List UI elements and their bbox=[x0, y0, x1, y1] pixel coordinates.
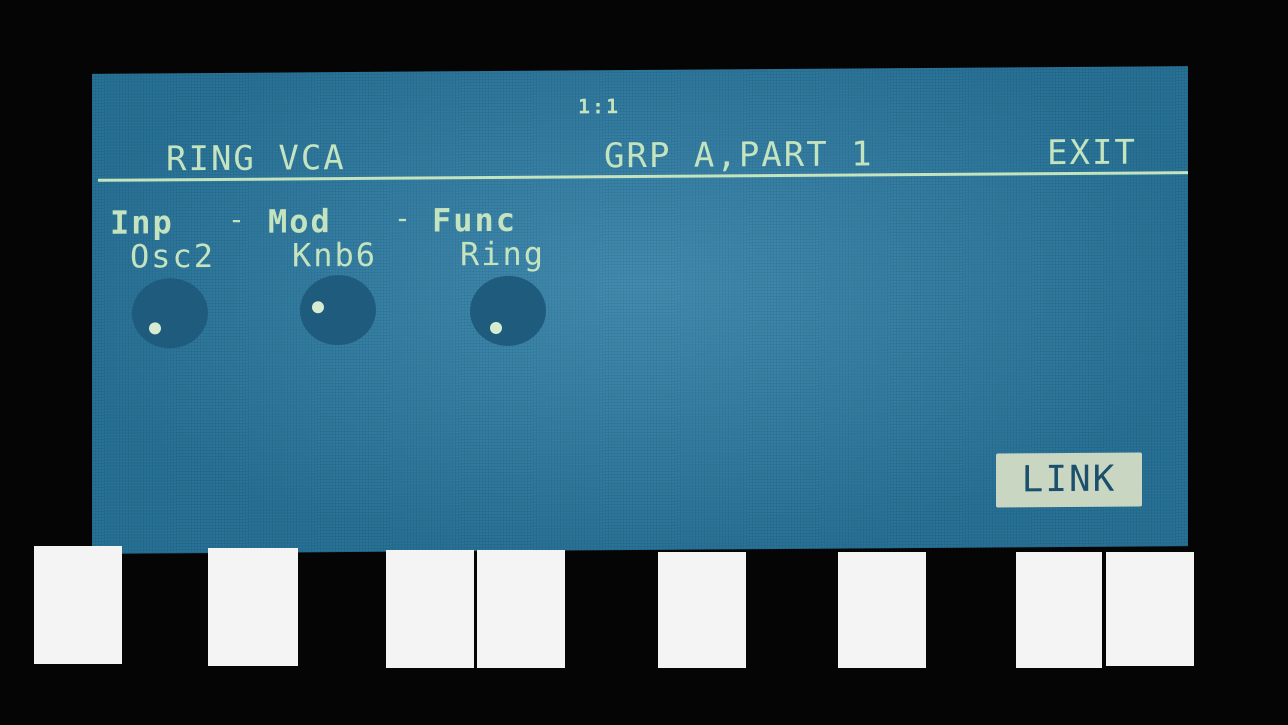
knob-icon[interactable] bbox=[300, 274, 376, 346]
knob-icon[interactable] bbox=[470, 275, 546, 347]
white-key[interactable] bbox=[1016, 552, 1102, 668]
exit-button[interactable]: EXIT bbox=[1047, 133, 1137, 174]
param-value-inp: Osc2 bbox=[130, 236, 216, 276]
param-value-mod: Knb6 bbox=[292, 235, 378, 275]
separator-dash: - bbox=[394, 201, 413, 235]
param-label-inp: Inp bbox=[110, 203, 174, 242]
white-key[interactable] bbox=[658, 552, 746, 668]
white-key[interactable] bbox=[34, 546, 122, 664]
param-label-func: Func bbox=[432, 200, 518, 240]
knob-indicator-dot bbox=[312, 301, 324, 314]
knob-icon[interactable] bbox=[132, 278, 208, 349]
page-title: RING VCA bbox=[166, 138, 346, 180]
white-key[interactable] bbox=[386, 550, 474, 668]
knob-indicator-dot bbox=[490, 321, 502, 335]
param-label-mod: Mod bbox=[268, 202, 332, 241]
position-indicator: 1:1 bbox=[578, 94, 621, 119]
white-key[interactable] bbox=[838, 552, 926, 668]
separator-dash: - bbox=[228, 202, 247, 236]
white-key[interactable] bbox=[1106, 552, 1194, 666]
group-part-label[interactable]: GRP A,PART 1 bbox=[604, 134, 874, 176]
param-value-func: Ring bbox=[460, 234, 546, 274]
lcd-screen: 1:1 RING VCA GRP A,PART 1 EXIT Inp - Mod… bbox=[92, 66, 1188, 554]
white-key[interactable] bbox=[208, 548, 298, 666]
keyboard-strip bbox=[0, 546, 1288, 670]
link-button[interactable]: LINK bbox=[996, 452, 1142, 508]
white-key[interactable] bbox=[477, 550, 565, 668]
knob-indicator-dot bbox=[149, 322, 161, 335]
